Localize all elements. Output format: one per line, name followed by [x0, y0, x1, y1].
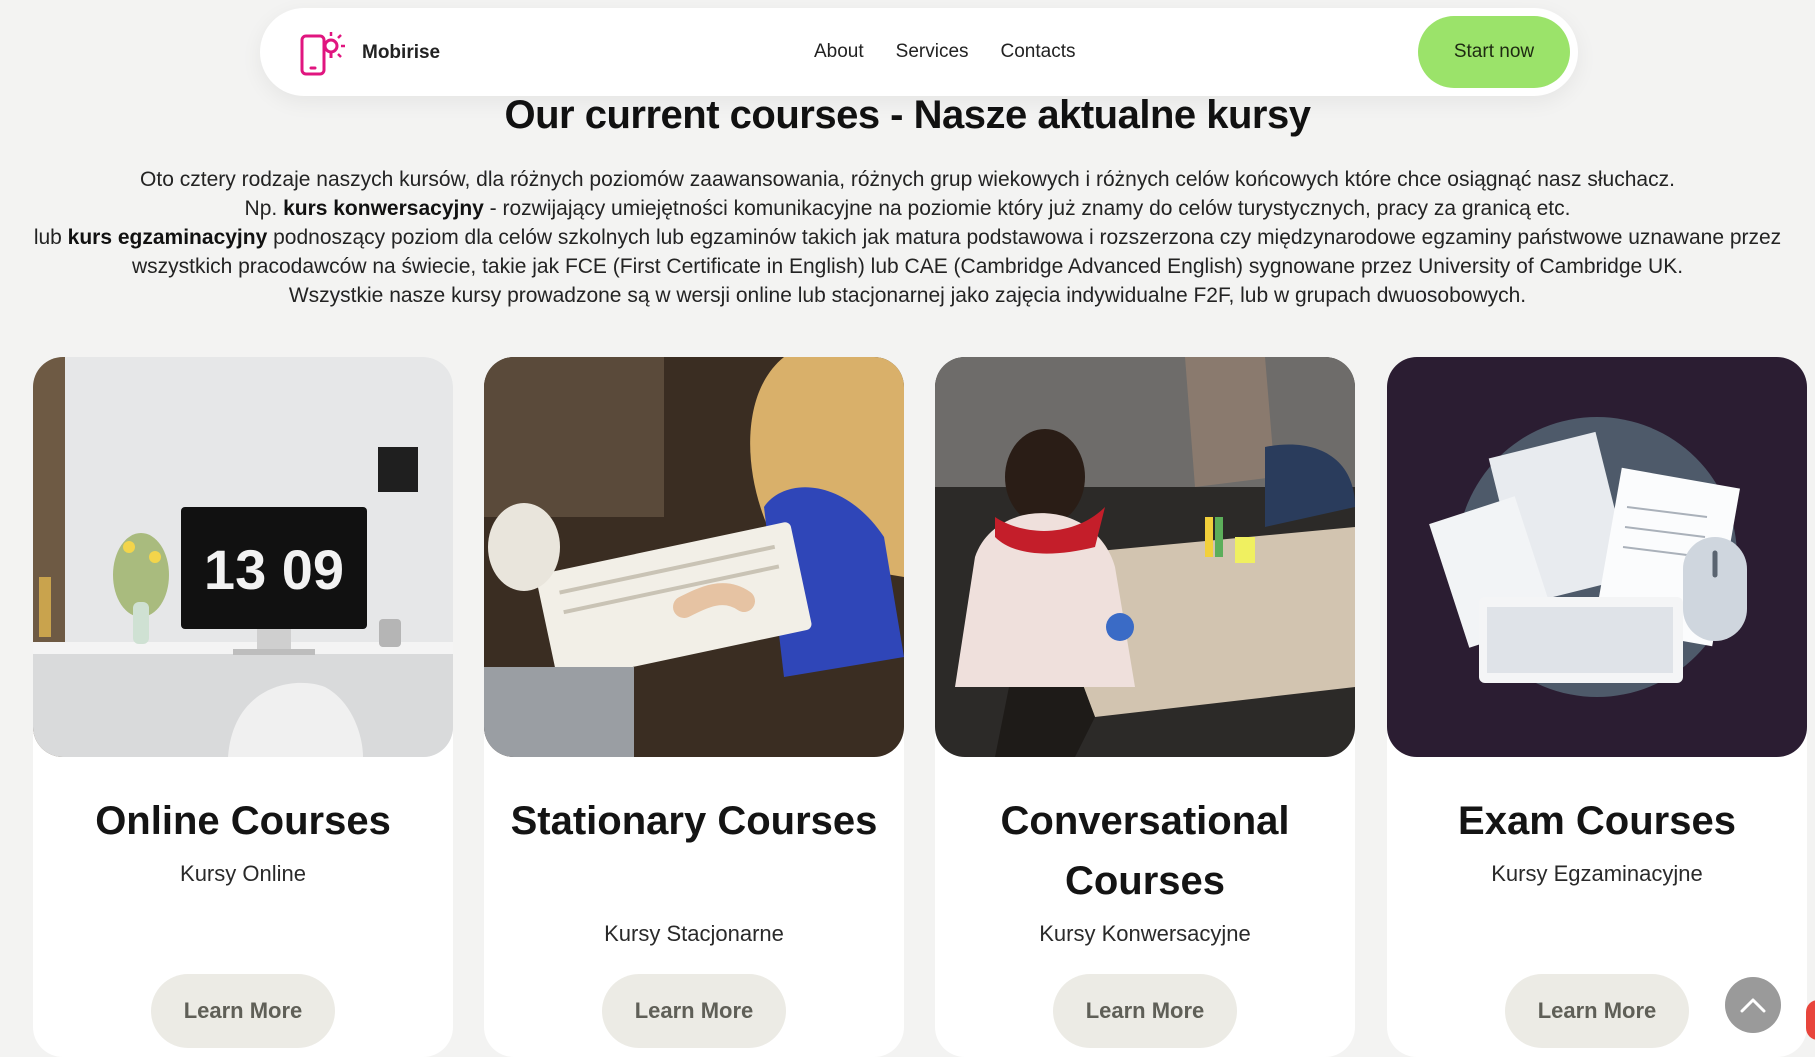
course-card-online: 13 09 Online Courses Kursy Online Learn … — [33, 357, 453, 1057]
intro-line-4: Wszystkie nasze kursy prowadzone są w we… — [288, 284, 1527, 307]
card-title-exam: Exam Courses — [1458, 799, 1736, 843]
learn-more-button-online[interactable]: Learn More — [151, 974, 335, 1048]
course-card-stationary: Stationary Courses Kursy Stacjonarne Lea… — [484, 357, 904, 1057]
card-subtitle-conversational: Kursy Konwersacyjne — [1039, 921, 1251, 946]
intro-line-2-rest: - rozwijający umiejętności komunikacyjne… — [483, 197, 1571, 220]
nav-links: About Services Contacts — [814, 8, 1108, 96]
intro-line-3-rest: podnoszący poziom dla celów szkolnych lu… — [131, 226, 1782, 278]
navbar: Mobirise About Services Contacts Start n… — [260, 8, 1578, 96]
chat-widget-edge[interactable] — [1806, 1000, 1815, 1040]
brand[interactable]: Mobirise — [298, 28, 440, 78]
card-title-conversational: Conversational Courses — [1000, 799, 1290, 903]
clock-text: 13 09 — [204, 538, 344, 601]
intro-line-3-prefix: lub — [33, 226, 68, 249]
intro-line-2-prefix: Np. — [244, 197, 284, 220]
card-image-online: 13 09 — [33, 357, 453, 757]
intro-text: Oto cztery rodzaje naszych kursów, dla r… — [30, 165, 1785, 310]
nav-link-about[interactable]: About — [814, 41, 864, 63]
intro-line-2: Np. kurs konwersacyjny - rozwijający umi… — [30, 194, 1785, 223]
intro-line-1: Oto cztery rodzaje naszych kursów, dla r… — [140, 168, 1675, 191]
card-subtitle-exam: Kursy Egzaminacyjne — [1491, 861, 1703, 886]
chevron-up-icon — [1740, 998, 1766, 1013]
scroll-to-top-button[interactable] — [1725, 977, 1781, 1033]
learn-more-button-stationary[interactable]: Learn More — [602, 974, 786, 1048]
intro-line-2-bold: kurs konwersacyjny — [283, 197, 484, 220]
intro-line-3: lub kurs egzaminacyjny podnoszący poziom… — [30, 223, 1785, 281]
nav-link-services[interactable]: Services — [896, 41, 969, 63]
start-now-button[interactable]: Start now — [1418, 16, 1570, 88]
learn-more-button-conversational[interactable]: Learn More — [1053, 974, 1237, 1048]
card-image-conversational — [935, 357, 1355, 757]
nav-link-contacts[interactable]: Contacts — [1001, 41, 1076, 63]
intro-line-3-bold: kurs egzaminacyjny — [67, 226, 268, 249]
card-image-stationary — [484, 357, 904, 757]
card-subtitle-stationary: Kursy Stacjonarne — [604, 921, 784, 946]
brand-name: Mobirise — [362, 42, 441, 63]
card-title-stationary: Stationary Courses — [510, 799, 878, 843]
card-image-exam — [1387, 357, 1807, 757]
card-subtitle-online: Kursy Online — [180, 861, 306, 886]
card-title-online: Online Courses — [95, 799, 391, 843]
section-title: Our current courses - Nasze aktualne kur… — [504, 93, 1312, 137]
course-card-conversational: Conversational Courses Kursy Konwersacyj… — [935, 357, 1355, 1057]
learn-more-button-exam[interactable]: Learn More — [1505, 974, 1689, 1048]
course-card-exam: Exam Courses Kursy Egzaminacyjne Learn M… — [1387, 357, 1807, 1057]
phone-idea-icon — [300, 32, 345, 76]
